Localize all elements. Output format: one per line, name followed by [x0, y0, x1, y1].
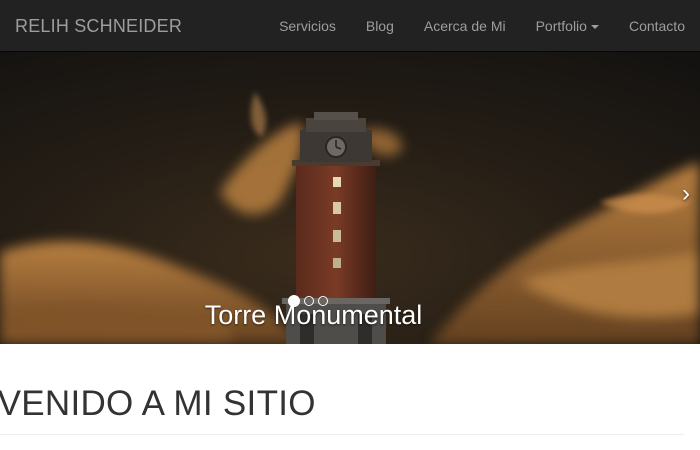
nav-link-contacto[interactable]: Contacto — [629, 18, 685, 34]
nav-link-acerca-de-mi[interactable]: Acerca de Mi — [424, 18, 506, 34]
carousel-indicators — [288, 295, 328, 307]
divider — [0, 434, 684, 435]
nav-item-servicios: Servicios — [264, 0, 351, 52]
hero-carousel: Torre Monumental — [0, 52, 700, 344]
nav-menu: Servicios Blog Acerca de Mi Portfolio Co… — [264, 0, 700, 52]
nav-link-portfolio-label: Portfolio — [535, 18, 587, 34]
nav-link-blog[interactable]: Blog — [366, 18, 394, 34]
caret-down-icon — [590, 25, 599, 30]
chevron-right-icon: › — [682, 180, 690, 207]
nav-link-servicios[interactable]: Servicios — [279, 18, 336, 34]
nav-item-blog: Blog — [351, 0, 409, 52]
carousel-next-button[interactable]: › — [600, 52, 700, 344]
page-heading: NVENIDO A MI SITIO — [0, 384, 316, 423]
nav-link-portfolio[interactable]: Portfolio — [536, 18, 599, 34]
carousel-indicator-3[interactable] — [318, 296, 328, 306]
navbar: RELIH SCHNEIDER Servicios Blog Acerca de… — [0, 0, 700, 52]
nav-item-acerca: Acerca de Mi — [409, 0, 521, 52]
nav-item-portfolio: Portfolio — [521, 0, 614, 52]
carousel-indicator-1[interactable] — [288, 295, 300, 307]
carousel-indicator-2[interactable] — [304, 296, 314, 306]
nav-item-contacto: Contacto — [614, 0, 700, 52]
brand-logo[interactable]: RELIH SCHNEIDER — [15, 16, 182, 37]
